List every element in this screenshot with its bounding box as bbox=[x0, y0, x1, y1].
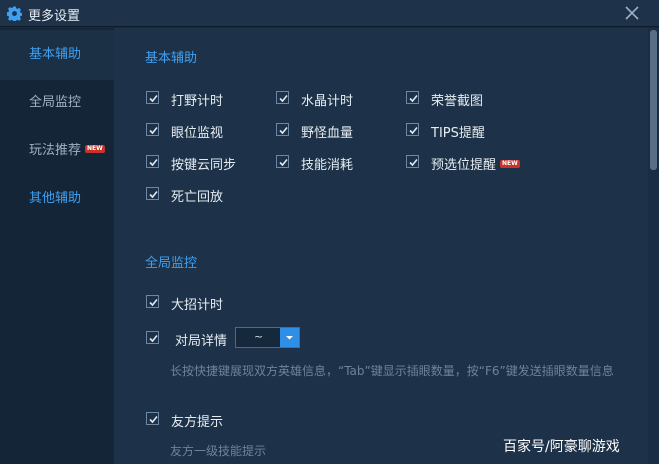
checkbox-label: 荣誉截图 bbox=[431, 94, 484, 109]
sidebar-item-label: 玩法推荐 bbox=[29, 143, 82, 158]
sidebar-item-label: 基本辅助 bbox=[29, 47, 82, 62]
checkbox[interactable] bbox=[276, 91, 289, 104]
match-detail-select[interactable]: ~ bbox=[235, 327, 300, 348]
checkbox-label: 对局详情 bbox=[175, 334, 228, 349]
checkbox[interactable] bbox=[406, 155, 419, 168]
checkbox-label: 打野计时 bbox=[171, 94, 224, 109]
checkbox[interactable] bbox=[146, 331, 159, 344]
checkbox[interactable] bbox=[146, 187, 159, 200]
match-detail-hint: 长按快捷键展现双方英雄信息，“Tab”键显示插眼数量，按“F6”键发送插眼数量信… bbox=[170, 364, 614, 378]
checkbox-label: 技能消耗 bbox=[301, 158, 354, 173]
checkbox-label: 野怪血量 bbox=[301, 126, 354, 141]
ally-tip-hint: 友方一级技能提示 bbox=[170, 444, 267, 458]
checkbox[interactable] bbox=[146, 91, 159, 104]
select-value: ~ bbox=[254, 330, 264, 343]
checkbox-label: 眼位监视 bbox=[171, 126, 224, 141]
chevron-down-icon bbox=[286, 336, 293, 340]
window-title: 更多设置 bbox=[28, 9, 81, 24]
checkbox[interactable] bbox=[276, 123, 289, 136]
checkbox[interactable] bbox=[146, 295, 159, 308]
gear-icon bbox=[7, 6, 22, 21]
watermark: 百家号/阿豪聊游戏 bbox=[503, 439, 620, 455]
section-title-basic: 基本辅助 bbox=[145, 51, 198, 66]
checkbox[interactable] bbox=[146, 123, 159, 136]
new-badge: NEW bbox=[500, 159, 520, 168]
checkbox-label: 大招计时 bbox=[171, 298, 224, 313]
checkbox-label: 友方提示 bbox=[171, 415, 224, 430]
checkbox-label: 死亡回放 bbox=[171, 190, 224, 205]
sidebar-item-recommend[interactable]: 玩法推荐 NEW bbox=[0, 126, 114, 176]
checkbox[interactable] bbox=[146, 155, 159, 168]
close-icon[interactable] bbox=[623, 4, 641, 22]
checkbox[interactable] bbox=[276, 155, 289, 168]
sidebar-item-global[interactable]: 全局监控 bbox=[0, 78, 114, 128]
section-title-global: 全局监控 bbox=[145, 256, 198, 271]
checkbox[interactable] bbox=[146, 412, 159, 425]
checkbox-label: 水晶计时 bbox=[301, 94, 354, 109]
checkbox-label: 按键云同步 bbox=[171, 158, 237, 173]
sidebar-item-basic[interactable]: 基本辅助 bbox=[0, 30, 114, 80]
new-badge: NEW bbox=[85, 144, 105, 153]
checkbox-label: 预选位提醒 NEW bbox=[431, 154, 520, 173]
dropdown-button[interactable] bbox=[280, 328, 299, 347]
sidebar-item-label: 其他辅助 bbox=[29, 191, 82, 206]
checkbox[interactable] bbox=[406, 123, 419, 136]
checkbox-label-text: 预选位提醒 bbox=[431, 158, 497, 173]
title-bar: 更多设置 bbox=[0, 0, 659, 27]
scrollbar-thumb[interactable] bbox=[650, 30, 657, 170]
sidebar-item-other[interactable]: 其他辅助 bbox=[0, 174, 114, 224]
checkbox-label: TIPS提醒 bbox=[431, 126, 485, 141]
sidebar-item-label: 全局监控 bbox=[29, 95, 82, 110]
sidebar: 基本辅助 全局监控 玩法推荐 NEW 其他辅助 bbox=[0, 28, 114, 464]
checkbox[interactable] bbox=[406, 91, 419, 104]
settings-panel: 基本辅助 打野计时 水晶计时 荣誉截图 眼位监视 野怪血量 TIPS提醒 按键云… bbox=[114, 28, 648, 464]
